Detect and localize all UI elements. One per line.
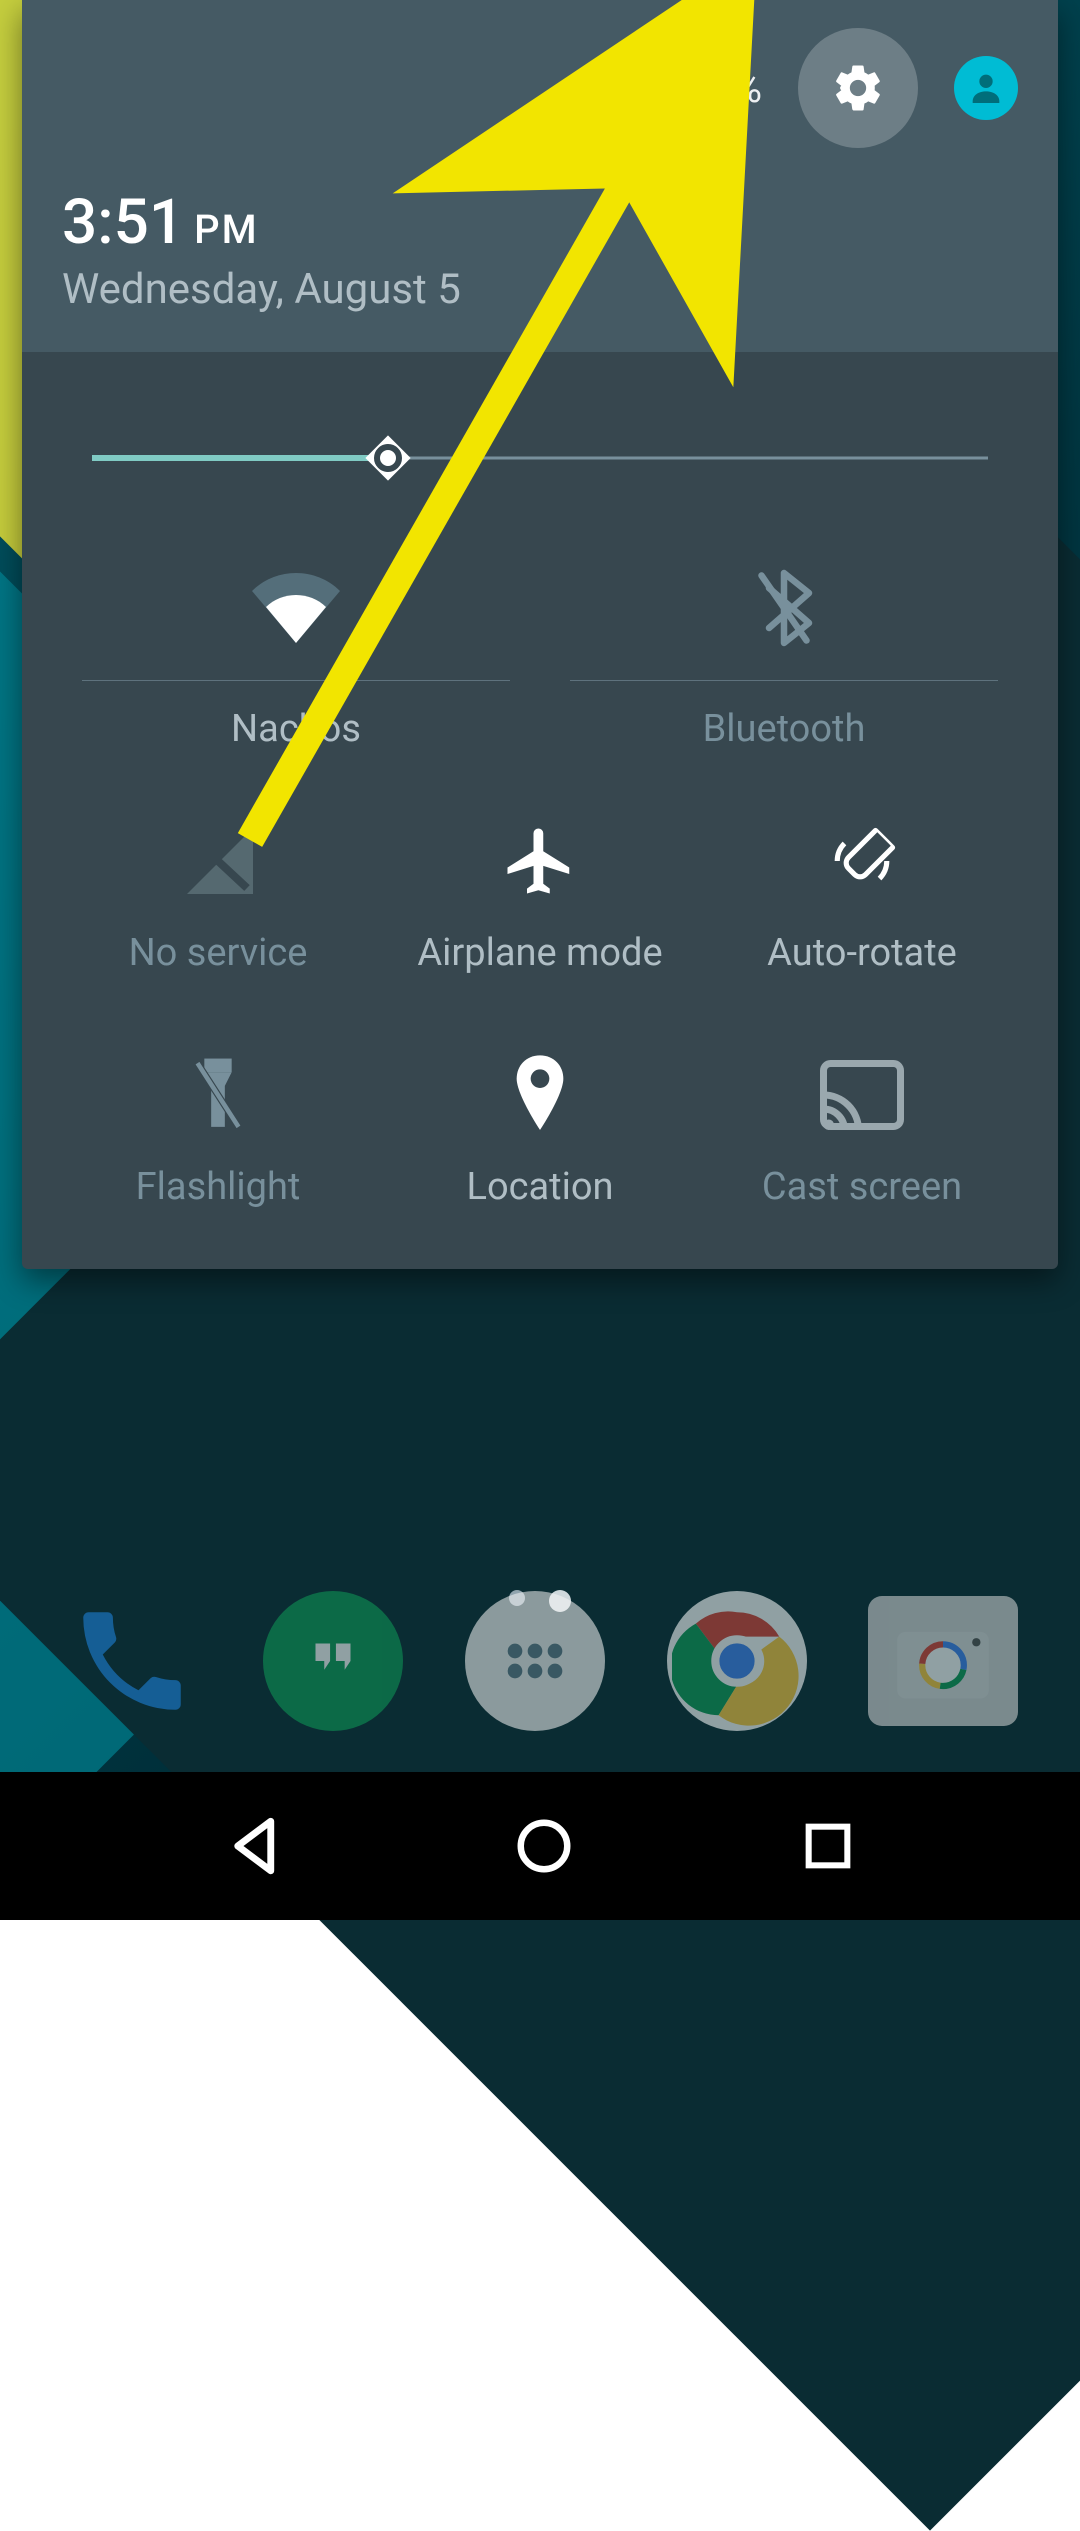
bluetooth-off-icon [754, 568, 814, 648]
clock-date: Wednesday, August 5 [62, 265, 1018, 314]
battery-status[interactable]: 65% [644, 64, 762, 112]
brightness-thumb[interactable] [360, 430, 416, 486]
panel-header: 65% 3:51PM [22, 0, 1058, 352]
navigation-bar [0, 1772, 1080, 1920]
app-chrome[interactable] [667, 1591, 807, 1731]
clock-time: 3:51 [62, 186, 184, 259]
location-icon [512, 1055, 568, 1135]
brightness-slider[interactable] [92, 428, 988, 488]
app-camera[interactable] [868, 1596, 1018, 1726]
person-icon [966, 68, 1006, 108]
user-avatar[interactable] [954, 56, 1018, 120]
tile-label: Cast screen [762, 1165, 962, 1209]
tile-location[interactable]: Location [404, 1055, 676, 1209]
clock-ampm: PM [194, 206, 259, 253]
tile-label: Auto-rotate [767, 931, 957, 975]
dock [0, 1566, 1080, 1756]
tile-label: Nachos [231, 707, 361, 751]
nav-back[interactable] [224, 1813, 290, 1879]
wifi-icon [252, 568, 340, 648]
clock-block[interactable]: 3:51PM Wednesday, August 5 [62, 186, 1018, 314]
tile-wifi[interactable]: Nachos [82, 568, 510, 751]
tile-airplane[interactable]: Airplane mode [404, 821, 676, 975]
tile-bluetooth[interactable]: Bluetooth [570, 568, 998, 751]
flashlight-off-icon [190, 1055, 246, 1135]
tile-label: Bluetooth [703, 707, 866, 751]
gear-icon [830, 60, 886, 116]
cast-icon [819, 1055, 905, 1135]
airplane-icon [501, 821, 579, 901]
battery-icon [644, 64, 674, 112]
cell-signal-off-icon [181, 821, 255, 901]
nav-recent[interactable] [799, 1817, 857, 1875]
settings-button[interactable] [798, 28, 918, 148]
tile-flashlight[interactable]: Flashlight [82, 1055, 354, 1209]
app-hangouts[interactable] [263, 1591, 403, 1731]
nav-home[interactable] [513, 1815, 575, 1877]
tile-label: Airplane mode [417, 931, 662, 975]
tile-label: No service [129, 931, 308, 975]
app-drawer[interactable] [465, 1591, 605, 1731]
tile-cellular[interactable]: No service [82, 821, 354, 975]
tile-autorotate[interactable]: Auto-rotate [726, 821, 998, 975]
tile-cast[interactable]: Cast screen [726, 1055, 998, 1209]
app-phone[interactable] [62, 1591, 202, 1731]
rotate-icon [821, 821, 903, 901]
tile-label: Location [466, 1165, 613, 1209]
slider-fill [92, 455, 388, 461]
quick-settings-panel: 65% 3:51PM [22, 0, 1058, 1269]
battery-percent: 65% [688, 65, 762, 112]
tile-label: Flashlight [136, 1165, 301, 1209]
